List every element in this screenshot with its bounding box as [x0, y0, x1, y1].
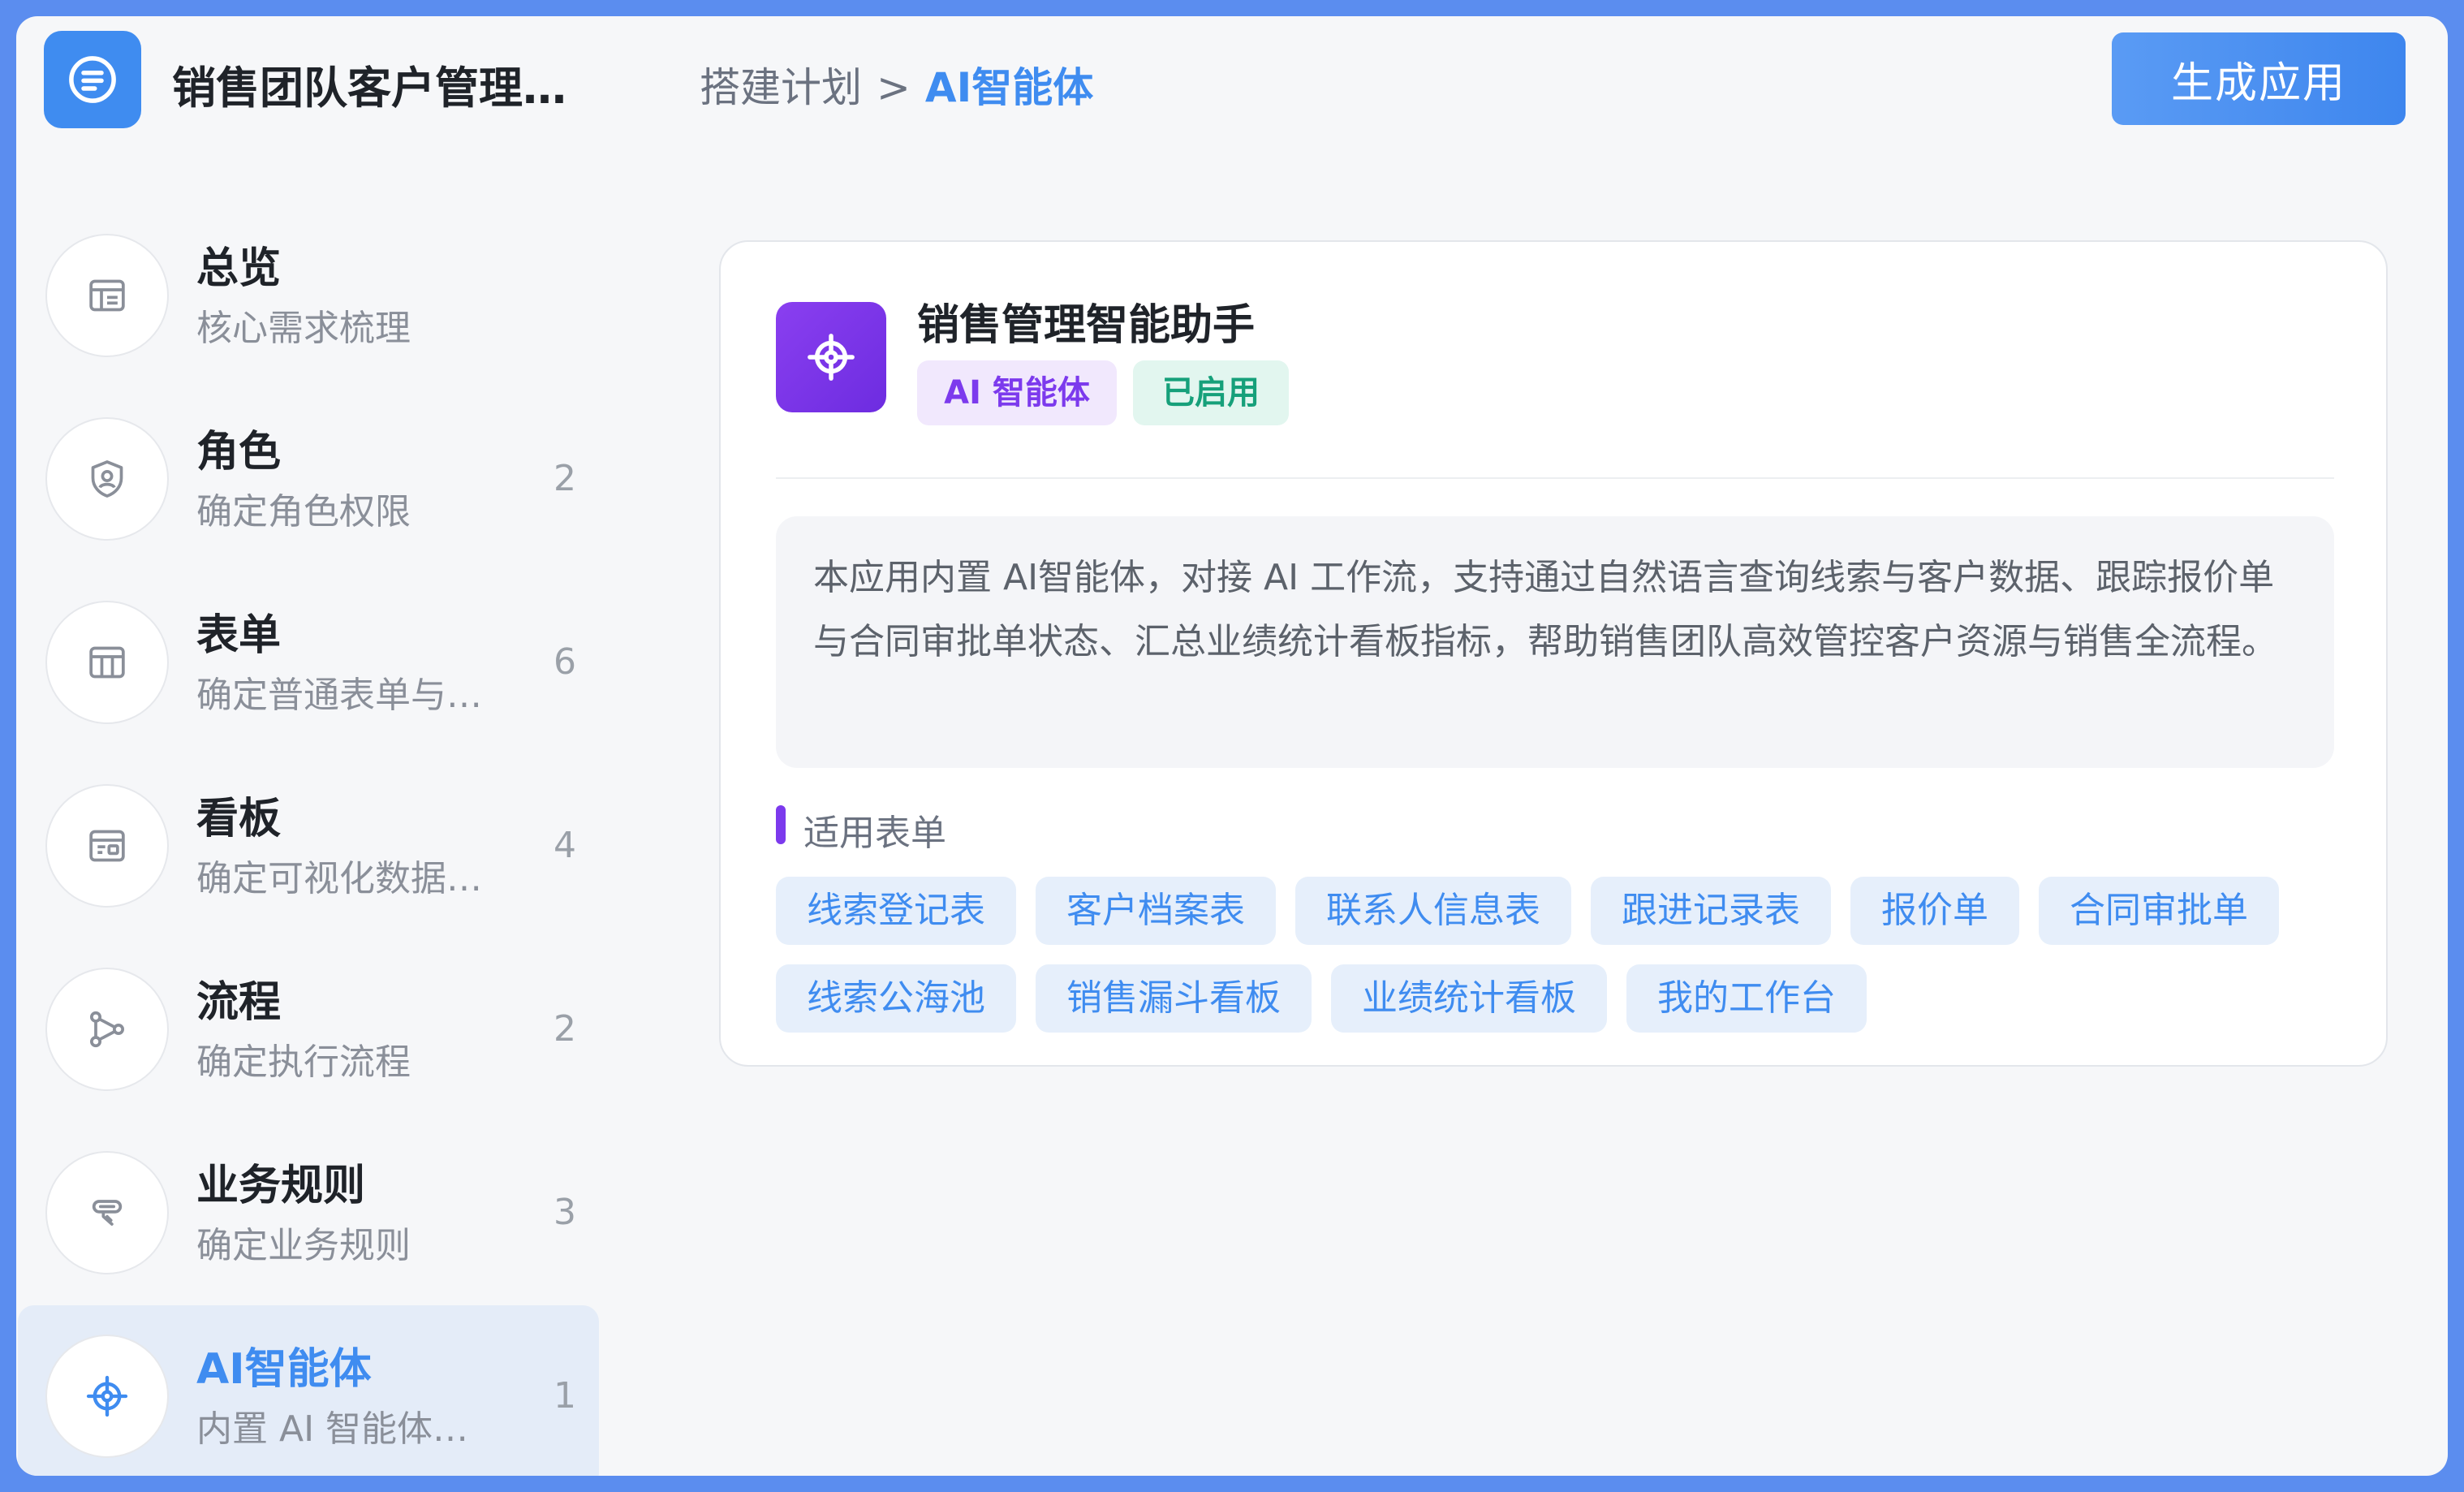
sidebar-item-count: 4 [554, 825, 576, 866]
sidebar-item-forms[interactable]: 表单 确定普通表单与… 6 [18, 571, 599, 755]
sidebar-item-business-rules[interactable]: 业务规则 确定业务规则 3 [18, 1122, 599, 1305]
sidebar-item-count: 6 [554, 641, 576, 683]
status-badge: 已启用 [1133, 360, 1289, 425]
form-chip[interactable]: 业绩统计看板 [1331, 964, 1607, 1033]
rule-icon [45, 1151, 169, 1274]
agent-description: 本应用内置 AI智能体，对接 AI 工作流，支持通过自然语言查询线索与客户数据、… [776, 516, 2334, 768]
sidebar-item-count: 3 [554, 1192, 576, 1233]
agent-name: 销售管理智能助手 [917, 301, 1256, 350]
section-accent-bar [776, 805, 786, 844]
app-logo-icon [44, 31, 141, 128]
form-chip[interactable]: 跟进记录表 [1591, 877, 1831, 945]
sidebar-item-subtitle: 内置 AI 智能体… [196, 1408, 469, 1450]
sidebar-item-title: 总览 [196, 244, 282, 293]
sidebar-item-count: 2 [554, 458, 576, 499]
sidebar-item-subtitle: 确定执行流程 [196, 1041, 411, 1083]
divider [776, 477, 2334, 479]
sidebar-item-ai-agent[interactable]: AI智能体 内置 AI 智能体… 1 [18, 1305, 599, 1476]
sidebar-item-subtitle: 确定可视化数据… [196, 858, 482, 899]
sidebar-item-subtitle: 确定角色权限 [196, 491, 411, 533]
sidebar-item-title: 流程 [196, 978, 282, 1027]
sidebar-item-roles[interactable]: 角色 确定角色权限 2 [18, 388, 599, 571]
sidebar-item-dashboards[interactable]: 看板 确定可视化数据… 4 [18, 755, 599, 938]
sidebar-item-count: 2 [554, 1008, 576, 1050]
form-chip[interactable]: 合同审批单 [2039, 877, 2279, 945]
form-chip[interactable]: 线索登记表 [776, 877, 1016, 945]
sidebar-item-subtitle: 核心需求梳理 [196, 308, 411, 349]
breadcrumb-parent[interactable]: 搭建计划 [700, 64, 862, 111]
generate-app-button[interactable]: 生成应用 [2112, 32, 2406, 125]
form-chip[interactable]: 线索公海池 [776, 964, 1016, 1033]
breadcrumb-current: AI智能体 [924, 64, 1094, 111]
form-chip[interactable]: 联系人信息表 [1295, 877, 1571, 945]
form-chip[interactable]: 报价单 [1850, 877, 2019, 945]
app-title: 销售团队客户管理系统 [172, 63, 586, 114]
form-chip[interactable]: 销售漏斗看板 [1036, 964, 1312, 1033]
overview-icon [45, 234, 169, 357]
section-title: 适用表单 [803, 813, 946, 854]
sidebar-item-title: 角色 [196, 428, 282, 476]
sidebar-item-title: 看板 [196, 795, 282, 843]
sidebar-item-title: 业务规则 [196, 1162, 366, 1210]
shield-user-icon [45, 417, 169, 541]
gear-agent-icon [776, 302, 886, 412]
agent-card: 销售管理智能助手 AI 智能体 已启用 本应用内置 AI智能体，对接 AI 工作… [719, 240, 2388, 1067]
breadcrumb: 搭建计划 > AI智能体 [700, 55, 1093, 114]
sidebar-item-count: 1 [554, 1375, 576, 1417]
sidebar-item-title: AI智能体 [196, 1345, 372, 1394]
form-chip-list: 线索登记表 客户档案表 联系人信息表 跟进记录表 报价单 合同审批单 线索公海池… [776, 877, 2334, 1033]
sidebar-item-flows[interactable]: 流程 确定执行流程 2 [18, 938, 599, 1122]
sidebar: 总览 核心需求梳理 角色 确定角色权限 2 表单 确定普通表单与… 6 看板 确… [16, 205, 599, 1476]
app-window: 销售团队客户管理系统 搭建计划 > AI智能体 生成应用 总览 核心需求梳理 角… [16, 16, 2448, 1476]
breadcrumb-separator: > [877, 64, 911, 111]
form-chip[interactable]: 客户档案表 [1036, 877, 1276, 945]
form-chip[interactable]: 我的工作台 [1626, 964, 1867, 1033]
ai-agent-icon [45, 1335, 169, 1458]
flow-icon [45, 968, 169, 1091]
dashboard-icon [45, 784, 169, 908]
sidebar-item-subtitle: 确定普通表单与… [196, 675, 482, 716]
sidebar-item-overview[interactable]: 总览 核心需求梳理 [18, 205, 599, 388]
sidebar-item-subtitle: 确定业务规则 [196, 1225, 411, 1266]
agent-type-badge: AI 智能体 [917, 360, 1117, 425]
table-icon [45, 601, 169, 724]
sidebar-item-title: 表单 [196, 611, 282, 660]
